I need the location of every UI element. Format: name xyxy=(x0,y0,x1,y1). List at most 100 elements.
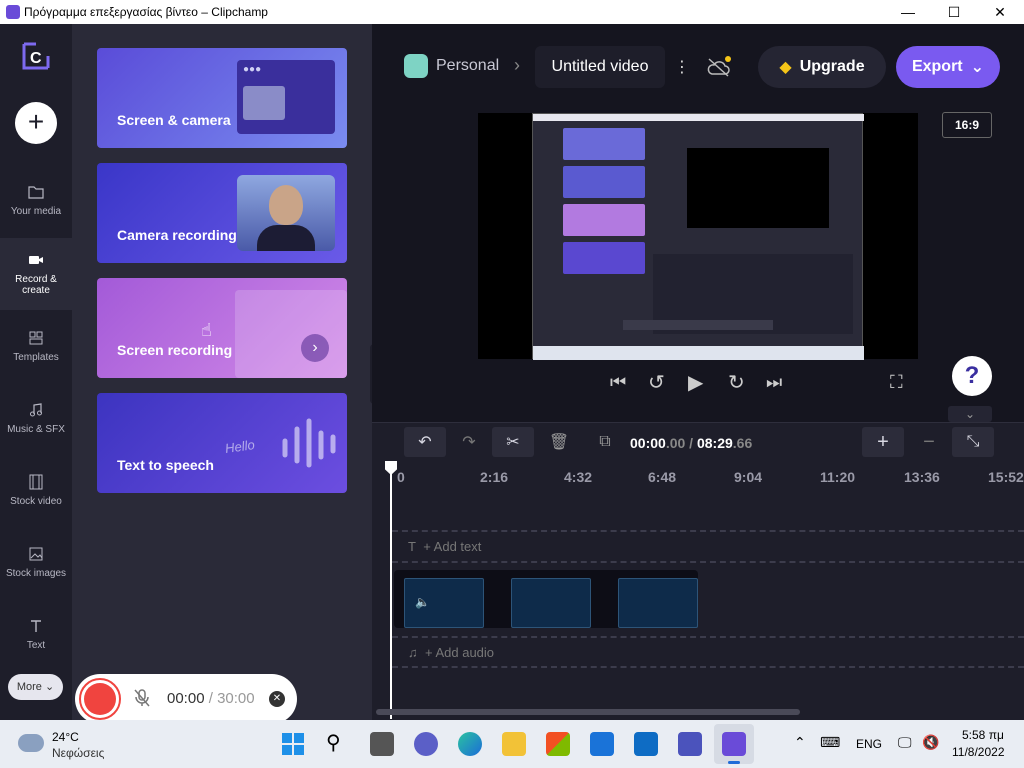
microphone-off-icon[interactable] xyxy=(133,688,151,708)
mouse-cursor-icon: ☝ xyxy=(201,320,212,340)
network-icon[interactable]: 🖵 xyxy=(898,734,912,751)
text-icon xyxy=(31,620,41,632)
news-icon[interactable] xyxy=(634,732,658,756)
clipchamp-taskbar-icon xyxy=(722,732,746,756)
fullscreen-icon[interactable]: ⛶ xyxy=(890,372,903,393)
tray-chevron-up-icon[interactable]: ⌃ xyxy=(794,734,806,751)
card-label: Camera recording xyxy=(117,227,237,243)
nav-item-your-media[interactable]: Your media xyxy=(0,184,72,234)
tick-label: 2:16 xyxy=(480,469,509,485)
minimize-button[interactable]: — xyxy=(885,2,931,22)
language-indicator[interactable]: ENG xyxy=(856,737,882,751)
video-title-input[interactable]: Untitled video xyxy=(535,46,665,88)
chat-icon[interactable] xyxy=(414,732,438,756)
card-camera-recording[interactable]: Camera recording xyxy=(97,163,347,263)
more-button[interactable]: More ⌄ xyxy=(8,674,63,700)
file-explorer-icon[interactable] xyxy=(502,732,526,756)
teams-icon[interactable] xyxy=(678,732,702,756)
export-button[interactable]: Export ⌄ xyxy=(896,46,1000,88)
nav-item-music-sfx[interactable]: Music & SFX xyxy=(0,402,72,452)
scissors-icon[interactable]: ✂ xyxy=(492,427,534,457)
nav-item-stock-images[interactable]: Stock images xyxy=(0,546,72,596)
nav-label-stock-images: Stock images xyxy=(5,568,67,579)
clock-date[interactable]: 11/8/2022 xyxy=(952,745,1005,759)
trash-icon[interactable]: 🗑 xyxy=(538,427,580,457)
time-separator: / xyxy=(689,435,694,451)
person-face xyxy=(269,185,303,225)
card-screen-recording[interactable]: › ☝ Screen recording xyxy=(97,278,347,378)
more-options-button[interactable]: ⋮ xyxy=(674,57,690,77)
upgrade-button[interactable]: ◆ Upgrade xyxy=(758,46,886,88)
play-icon[interactable]: ▶ xyxy=(688,370,703,395)
edge-icon[interactable] xyxy=(458,732,482,756)
create-new-button[interactable]: + xyxy=(15,102,57,144)
presenter-thumbnail xyxy=(243,86,285,120)
collapse-timeline-icon[interactable]: ⌄ xyxy=(948,406,992,422)
track-divider xyxy=(392,530,1024,532)
task-view-icon[interactable] xyxy=(370,732,394,756)
mail-icon[interactable] xyxy=(590,732,614,756)
nav-item-stock-video[interactable]: Stock video xyxy=(0,474,72,524)
close-button[interactable]: ✕ xyxy=(977,2,1023,22)
add-audio-track[interactable]: ♫ + Add audio xyxy=(408,645,494,660)
diamond-icon: ◆ xyxy=(779,59,792,76)
volume-muted-icon[interactable]: 🔇 xyxy=(922,734,939,751)
zoom-out-icon[interactable]: − xyxy=(908,427,950,457)
workspace-name[interactable]: Personal xyxy=(436,57,499,75)
tick-label: 13:36 xyxy=(904,469,940,485)
cloud-weather-icon[interactable] xyxy=(18,734,44,752)
duplicate-icon[interactable]: ⧉ xyxy=(584,427,626,457)
folder-icon xyxy=(28,186,44,199)
playhead-line[interactable] xyxy=(390,473,392,719)
video-preview[interactable] xyxy=(478,113,918,360)
track-divider xyxy=(392,561,1024,563)
clipchamp-taskbar-button[interactable] xyxy=(714,724,754,764)
clock-time[interactable]: 5:58 πμ xyxy=(962,728,1004,742)
camera-person-illustration xyxy=(237,175,335,251)
nav-label-record-2: create xyxy=(22,285,50,296)
workspace-avatar[interactable] xyxy=(404,54,428,78)
timeline-scrollbar[interactable] xyxy=(376,709,800,715)
rewind-5-icon[interactable]: ↺ xyxy=(648,370,665,395)
close-recording-icon[interactable]: ✕ xyxy=(269,691,285,707)
card-label: Screen & camera xyxy=(117,112,231,128)
weather-desc[interactable]: Νεφώσεις xyxy=(52,746,104,760)
rec-time: 00:00 xyxy=(167,690,205,707)
card-screen-camera[interactable]: ●●● Screen & camera xyxy=(97,48,347,148)
time-current-frac: .00 xyxy=(665,435,686,451)
record-button[interactable] xyxy=(79,678,121,720)
forward-5-icon[interactable]: ↻ xyxy=(728,370,745,395)
store-icon[interactable] xyxy=(546,732,570,756)
nav-item-record-create[interactable]: Record & create xyxy=(0,238,72,310)
fit-timeline-icon[interactable]: ⤡ xyxy=(952,427,994,457)
hello-decor-text: Hello xyxy=(224,437,256,456)
windows-taskbar: 24°C Νεφώσεις ⚲ ⌃ ⌨ ENG 🖵 🔇 5:58 πμ 11/8… xyxy=(0,720,1024,768)
card-text-to-speech[interactable]: Hello Text to speech xyxy=(97,393,347,493)
nav-item-templates[interactable]: Templates xyxy=(0,330,72,380)
add-text-track[interactable]: T + Add text xyxy=(408,539,481,554)
maximize-button[interactable]: ☐ xyxy=(931,2,977,22)
search-icon[interactable]: ⚲ xyxy=(326,730,341,755)
help-button[interactable]: ? xyxy=(952,356,992,396)
weather-temp[interactable]: 24°C xyxy=(52,730,79,744)
windows-start-icon[interactable] xyxy=(282,733,304,755)
skip-forward-icon[interactable]: ⏭ xyxy=(766,372,782,393)
preview-frame-content xyxy=(532,113,864,360)
nav-item-text[interactable]: Text xyxy=(0,618,72,658)
tick-label: 15:52 xyxy=(988,469,1024,485)
preview-mini-taskbar xyxy=(533,346,864,360)
cloud-off-icon[interactable] xyxy=(706,56,732,78)
music-note-icon xyxy=(30,403,42,417)
undo-icon[interactable]: ↶ xyxy=(404,427,446,457)
clipchamp-logo[interactable]: C xyxy=(18,38,54,74)
redo-icon[interactable]: ↷ xyxy=(448,427,490,457)
aspect-ratio-button[interactable]: 16:9 xyxy=(942,112,992,138)
zoom-in-icon[interactable]: + xyxy=(862,427,904,457)
music-note-icon: ♫ xyxy=(408,645,418,660)
breadcrumb-separator: › xyxy=(514,55,520,75)
clip-thumbnail xyxy=(618,578,698,628)
active-indicator xyxy=(728,761,740,764)
skip-back-icon[interactable]: ⏮ xyxy=(610,372,626,393)
keyboard-icon[interactable]: ⌨ xyxy=(820,734,840,751)
image-icon xyxy=(29,547,43,561)
